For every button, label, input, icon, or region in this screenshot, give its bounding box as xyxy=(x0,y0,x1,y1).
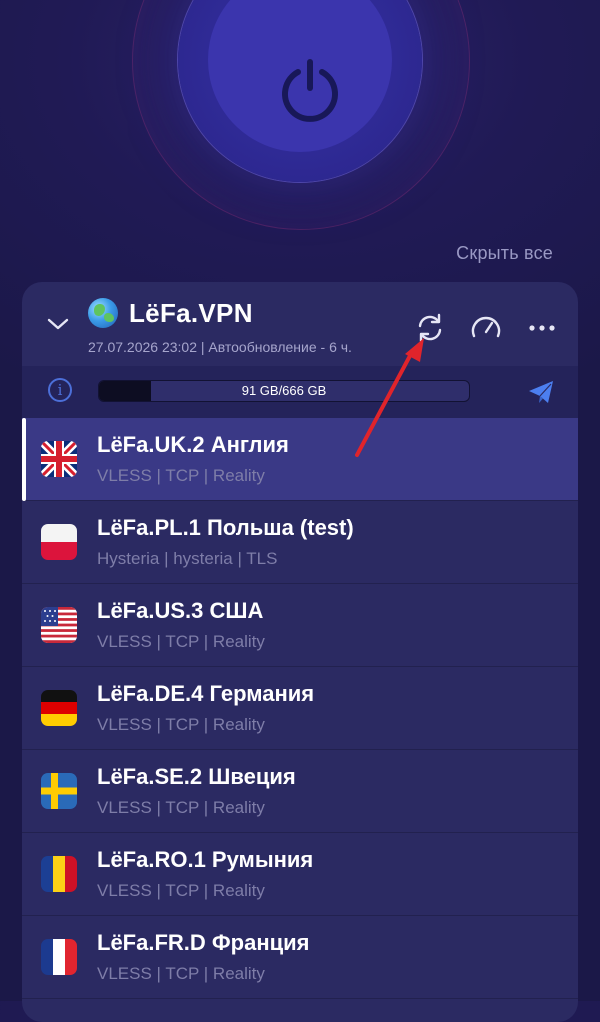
server-name: LёFa.RO.1 Румыния xyxy=(97,847,314,872)
flag-de-icon xyxy=(41,690,77,726)
flag-fr-icon xyxy=(41,939,77,975)
server-name: LёFa.UK.2 Англия xyxy=(97,432,289,457)
flag-us-icon xyxy=(41,607,77,643)
telegram-icon[interactable] xyxy=(527,379,555,405)
server-list: LёFa.UK.2 Англия VLESS | TCP | Reality LёF… xyxy=(22,418,578,999)
flag-ro-icon xyxy=(41,856,77,892)
server-row[interactable]: LёFa.PL.1 Польша (test) Hysteria | hyster… xyxy=(22,501,578,584)
server-row[interactable]: LёFa.SE.2 Швеция VLESS | TCP | Reality xyxy=(22,750,578,833)
globe-icon xyxy=(88,298,118,328)
more-icon[interactable] xyxy=(526,312,558,344)
server-protocol: VLESS | TCP | Reality xyxy=(97,798,265,817)
flag-pl-icon xyxy=(41,524,77,560)
server-name: LёFa.DE.4 Германия xyxy=(97,681,315,706)
traffic-progress-bar: 91 GB/666 GB xyxy=(98,380,470,402)
subscription-panel: LёFa.VPN 27.07.2026 23:02 | Автообновлен… xyxy=(22,282,578,1022)
server-row[interactable]: LёFa.DE.4 Германия VLESS | TCP | Reality xyxy=(22,667,578,750)
server-row[interactable]: LёFa.RO.1 Румыния VLESS | TCP | Reality xyxy=(22,833,578,916)
server-name: LёFa.PL.1 Польша (test) xyxy=(97,515,354,540)
server-row[interactable]: LёFa.US.3 США VLESS | TCP | Reality xyxy=(22,584,578,667)
server-row[interactable]: LёFa.FR.D Франция VLESS | TCP | Reality xyxy=(22,916,578,999)
traffic-text: 91 GB/666 GB xyxy=(241,383,327,398)
server-name: LёFa.US.3 США xyxy=(97,598,264,623)
server-protocol: VLESS | TCP | Reality xyxy=(97,632,265,651)
subscription-subtitle: 27.07.2026 23:02 | Автообновление - 6 ч. xyxy=(88,339,352,355)
flag-uk-icon xyxy=(41,441,77,477)
speedometer-icon[interactable] xyxy=(470,312,502,344)
server-row[interactable]: LёFa.UK.2 Англия VLESS | TCP | Reality xyxy=(22,418,578,501)
server-protocol: VLESS | TCP | Reality xyxy=(97,715,265,734)
active-indicator xyxy=(22,418,26,501)
power-button-inner xyxy=(208,0,392,152)
info-icon[interactable]: i xyxy=(48,378,72,402)
subscription-header: LёFa.VPN 27.07.2026 23:02 | Автообновлен… xyxy=(22,282,578,366)
refresh-icon[interactable] xyxy=(414,312,446,344)
server-protocol: Hysteria | hysteria | TLS xyxy=(97,549,278,568)
hide-all-link[interactable]: Скрыть все xyxy=(456,243,553,264)
subscription-title: LёFa.VPN xyxy=(129,298,253,328)
server-name: LёFa.SE.2 Швеция xyxy=(97,764,296,789)
power-icon xyxy=(282,59,338,122)
server-protocol: VLESS | TCP | Reality xyxy=(97,881,265,900)
flag-se-icon xyxy=(41,773,77,809)
server-protocol: VLESS | TCP | Reality xyxy=(97,466,265,485)
traffic-row: i 91 GB/666 GB xyxy=(22,366,578,418)
server-protocol: VLESS | TCP | Reality xyxy=(97,964,265,983)
server-name: LёFa.FR.D Франция xyxy=(97,930,310,955)
chevron-down-icon[interactable] xyxy=(46,316,70,332)
